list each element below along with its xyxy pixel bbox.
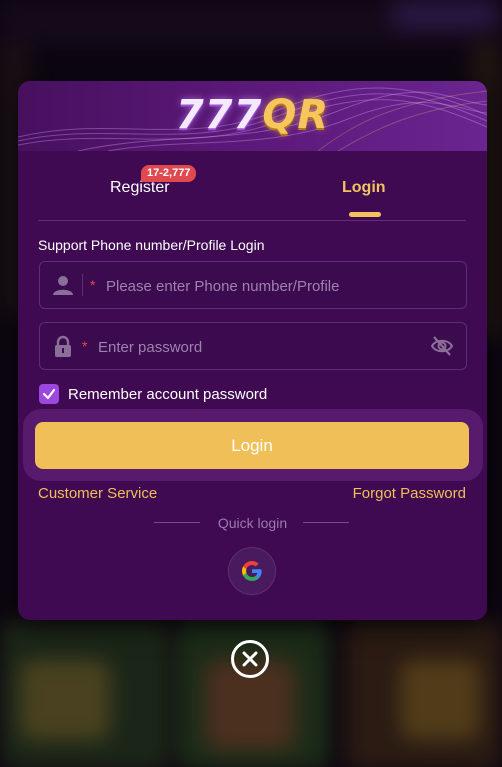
- check-icon: [42, 388, 56, 400]
- login-button[interactable]: Login: [35, 422, 469, 469]
- tab-login[interactable]: Login: [342, 179, 386, 197]
- logo-letters: QR: [262, 92, 330, 138]
- quick-login-label: Quick login: [217, 515, 288, 531]
- brand-banner: 777QR: [18, 81, 487, 151]
- tab-divider: [38, 220, 466, 221]
- google-login-button[interactable]: [228, 547, 276, 595]
- login-modal: 777QR Register 17-2,777 Login Support Ph…: [18, 81, 487, 620]
- password-field: *: [39, 322, 467, 371]
- password-input[interactable]: [96, 323, 420, 371]
- support-login-label: Support Phone number/Profile Login: [38, 237, 265, 253]
- forgot-password-link[interactable]: Forgot Password: [353, 485, 466, 502]
- active-tab-indicator: [349, 212, 381, 217]
- phone-input[interactable]: [104, 262, 458, 310]
- brand-logo: 777QR: [18, 91, 487, 139]
- customer-service-link[interactable]: Customer Service: [38, 485, 157, 502]
- required-mark: *: [82, 338, 88, 354]
- field-separator: [82, 274, 83, 296]
- remember-label: Remember account password: [68, 386, 268, 403]
- eye-off-icon[interactable]: [430, 335, 454, 357]
- remember-checkbox[interactable]: [39, 384, 59, 404]
- close-modal-button[interactable]: [231, 640, 269, 678]
- required-mark: *: [90, 277, 96, 293]
- register-bonus-badge: 17-2,777: [141, 165, 197, 182]
- quick-login-divider-right: [303, 522, 349, 523]
- user-icon: [52, 274, 74, 296]
- lock-icon: [52, 335, 74, 357]
- logo-digits: 777: [175, 92, 263, 138]
- close-icon: [242, 651, 258, 667]
- phone-field: *: [39, 261, 467, 310]
- google-icon: [242, 561, 262, 581]
